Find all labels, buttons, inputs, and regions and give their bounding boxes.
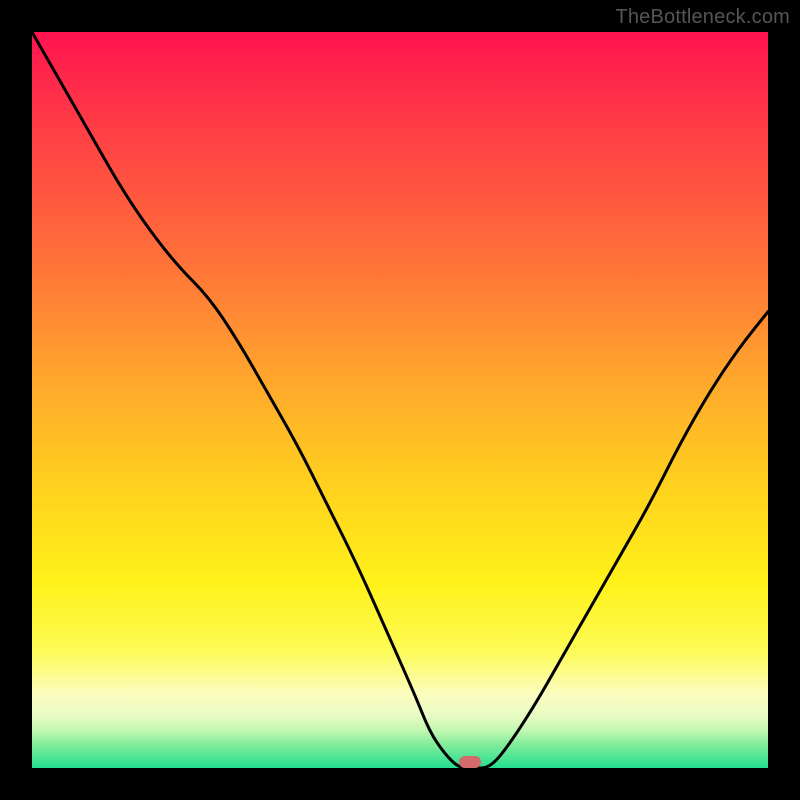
plot-gradient-background [32, 32, 768, 768]
watermark-text: TheBottleneck.com [615, 6, 790, 29]
optimal-marker [459, 756, 481, 768]
chart-frame: TheBottleneck.com [0, 0, 800, 800]
